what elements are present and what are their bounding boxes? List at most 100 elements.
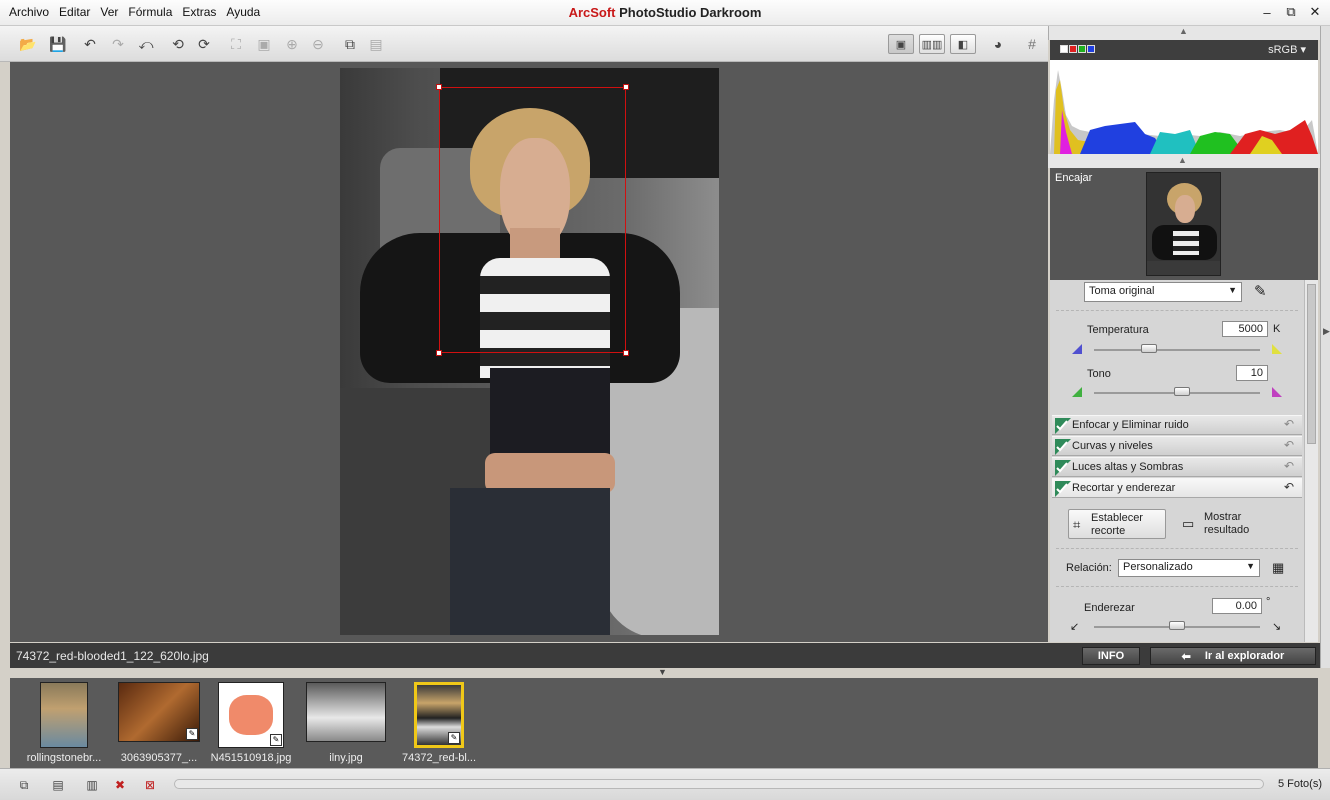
- copy-icon[interactable]: ⧉: [340, 34, 360, 54]
- menu-editar[interactable]: Editar: [54, 5, 95, 19]
- channel-swatches[interactable]: [1060, 45, 1095, 53]
- temperature-field[interactable]: 5000: [1222, 321, 1268, 337]
- restore-icon[interactable]: ⧉: [1282, 3, 1300, 21]
- cool-marker-icon: [1072, 344, 1082, 354]
- rotate-cw-icon: ↘: [1272, 621, 1282, 633]
- film-item[interactable]: ✎ N451510918.jpg: [211, 682, 291, 764]
- crop-icon: ⌗: [1073, 517, 1081, 532]
- adjustments-scrollbar[interactable]: [1304, 280, 1318, 642]
- reset-icon[interactable]: ↶: [1284, 417, 1294, 431]
- film-item[interactable]: rollingstonebr...: [27, 682, 101, 764]
- section-crop-straighten[interactable]: Recortar y enderezar ↶: [1052, 478, 1302, 498]
- channel-red-icon[interactable]: [1069, 45, 1077, 53]
- single-view-icon[interactable]: ▣: [888, 34, 914, 54]
- filmstrip-scrollbar[interactable]: [174, 779, 1264, 789]
- filename-status: 74372_red-blooded1_122_620lo.jpg: [10, 643, 1048, 668]
- ratio-options-icon[interactable]: ▦: [1272, 560, 1284, 576]
- crop-handle[interactable]: [623, 84, 629, 90]
- tint-slider-knob[interactable]: [1173, 387, 1190, 396]
- menu-ayuda[interactable]: Ayuda: [221, 5, 265, 19]
- zoom-out-icon[interactable]: ⊖: [308, 34, 328, 54]
- temperature-unit: K: [1273, 323, 1281, 335]
- close-icon[interactable]: ✕: [1306, 3, 1324, 21]
- chevron-up-icon: ▲: [1179, 26, 1188, 36]
- scrollbar-thumb[interactable]: [1307, 284, 1316, 444]
- section-highlights-shadows[interactable]: Luces altas y Sombras ↶: [1052, 457, 1302, 477]
- info-button[interactable]: INFO: [1082, 647, 1140, 665]
- fit-icon[interactable]: ⛶: [226, 34, 246, 54]
- eyedropper-icon[interactable]: ✎: [1254, 282, 1267, 300]
- edited-badge-icon: ✎: [270, 734, 282, 746]
- revert-icon[interactable]: ⤺: [136, 34, 156, 54]
- numbering-icon[interactable]: ▤: [48, 777, 68, 793]
- chevron-down-icon: ▼: [658, 667, 667, 677]
- menu-archivo[interactable]: Archivo: [4, 5, 54, 19]
- magenta-marker-icon: [1272, 387, 1282, 397]
- colorspace-select[interactable]: sRGB ▾: [1268, 43, 1306, 56]
- section-curves-levels[interactable]: Curvas y niveles ↶: [1052, 436, 1302, 456]
- film-item-name: 74372_red-bl...: [402, 752, 476, 764]
- undo-icon[interactable]: ↶: [80, 34, 100, 54]
- panel-toggle[interactable]: ▶: [1320, 26, 1330, 668]
- rotate-right-icon[interactable]: ⟳: [194, 34, 214, 54]
- open-icon[interactable]: 📂: [18, 34, 38, 54]
- tint-label: Tono: [1087, 368, 1111, 380]
- back-arrow-icon: ⬅: [1181, 650, 1191, 663]
- image-canvas[interactable]: [10, 62, 1048, 642]
- navigator-panel: Encajar: [1050, 168, 1318, 280]
- grid-icon[interactable]: #: [1022, 34, 1042, 54]
- paste-icon[interactable]: ▤: [366, 34, 386, 54]
- filmstrip-toggle[interactable]: ▼: [0, 667, 1330, 678]
- panel-collapse-mid[interactable]: ▲: [1048, 154, 1320, 168]
- green-marker-icon: [1072, 387, 1082, 397]
- panel-collapse-top[interactable]: ▲: [1048, 26, 1320, 40]
- redo-icon[interactable]: ↷: [108, 34, 128, 54]
- thumbnail-size-icon[interactable]: ▥: [82, 777, 102, 793]
- compare-view-icon[interactable]: ▥▥: [919, 34, 945, 54]
- preset-select[interactable]: Toma original ▼: [1084, 282, 1242, 302]
- filmstrip-view-icon[interactable]: ⧉: [14, 777, 34, 793]
- channel-green-icon[interactable]: [1078, 45, 1086, 53]
- crop-rectangle[interactable]: [436, 84, 629, 356]
- menu-extras[interactable]: Extras: [177, 5, 221, 19]
- filmstrip: rollingstonebr... ✎ 3063905377_... ✎ N45…: [10, 678, 1318, 768]
- section-sharpen-denoise[interactable]: Enfocar y Eliminar ruido ↶: [1052, 415, 1302, 435]
- color-wheel-icon[interactable]: ◕: [988, 34, 1008, 54]
- crop-handle[interactable]: [623, 350, 629, 356]
- menu-ver[interactable]: Ver: [95, 5, 123, 19]
- minimize-icon[interactable]: –: [1258, 3, 1276, 21]
- explorer-button[interactable]: ⬅ Ir al explorador: [1150, 647, 1316, 665]
- app-brand: ArcSoft: [568, 5, 616, 20]
- check-icon: [1055, 481, 1071, 497]
- crop-handle[interactable]: [436, 350, 442, 356]
- channel-blue-icon[interactable]: [1087, 45, 1095, 53]
- ratio-select[interactable]: Personalizado ▼: [1118, 559, 1260, 577]
- set-crop-button[interactable]: ⌗ Establecer recorte: [1068, 509, 1166, 539]
- split-view-icon[interactable]: ◧: [950, 34, 976, 54]
- main-photo[interactable]: [340, 68, 719, 635]
- film-item-selected[interactable]: ✎ 74372_red-bl...: [402, 682, 476, 764]
- tint-field[interactable]: 10: [1236, 365, 1268, 381]
- straighten-field[interactable]: 0.00: [1212, 598, 1262, 614]
- reset-icon[interactable]: ↶: [1284, 438, 1294, 452]
- temperature-slider-knob[interactable]: [1140, 344, 1157, 353]
- film-item[interactable]: ilny.jpg: [306, 682, 386, 764]
- remove-icon[interactable]: ✖: [110, 777, 130, 793]
- straighten-slider-knob[interactable]: [1169, 621, 1185, 630]
- menu-formula[interactable]: Fórmula: [123, 5, 177, 19]
- adjustments-panel: Toma original ▼ ✎ Temperatura 5000 K Ton…: [1050, 280, 1304, 642]
- reset-icon[interactable]: ↶: [1284, 459, 1294, 473]
- channel-all-icon[interactable]: [1060, 45, 1068, 53]
- reset-icon[interactable]: ↶: [1284, 480, 1294, 494]
- actual-size-icon[interactable]: ▣: [254, 34, 274, 54]
- navigator-thumbnail[interactable]: [1146, 172, 1221, 276]
- zoom-in-icon[interactable]: ⊕: [282, 34, 302, 54]
- rotate-left-icon[interactable]: ⟲: [168, 34, 188, 54]
- remove-all-icon[interactable]: ⊠: [140, 777, 160, 793]
- save-icon[interactable]: 💾: [48, 34, 68, 54]
- temperature-slider[interactable]: [1094, 349, 1260, 351]
- warm-marker-icon: [1272, 344, 1282, 354]
- crop-handle[interactable]: [436, 84, 442, 90]
- show-result-button[interactable]: ▭ Mostrar resultado: [1180, 509, 1270, 539]
- film-item[interactable]: ✎ 3063905377_...: [118, 682, 200, 764]
